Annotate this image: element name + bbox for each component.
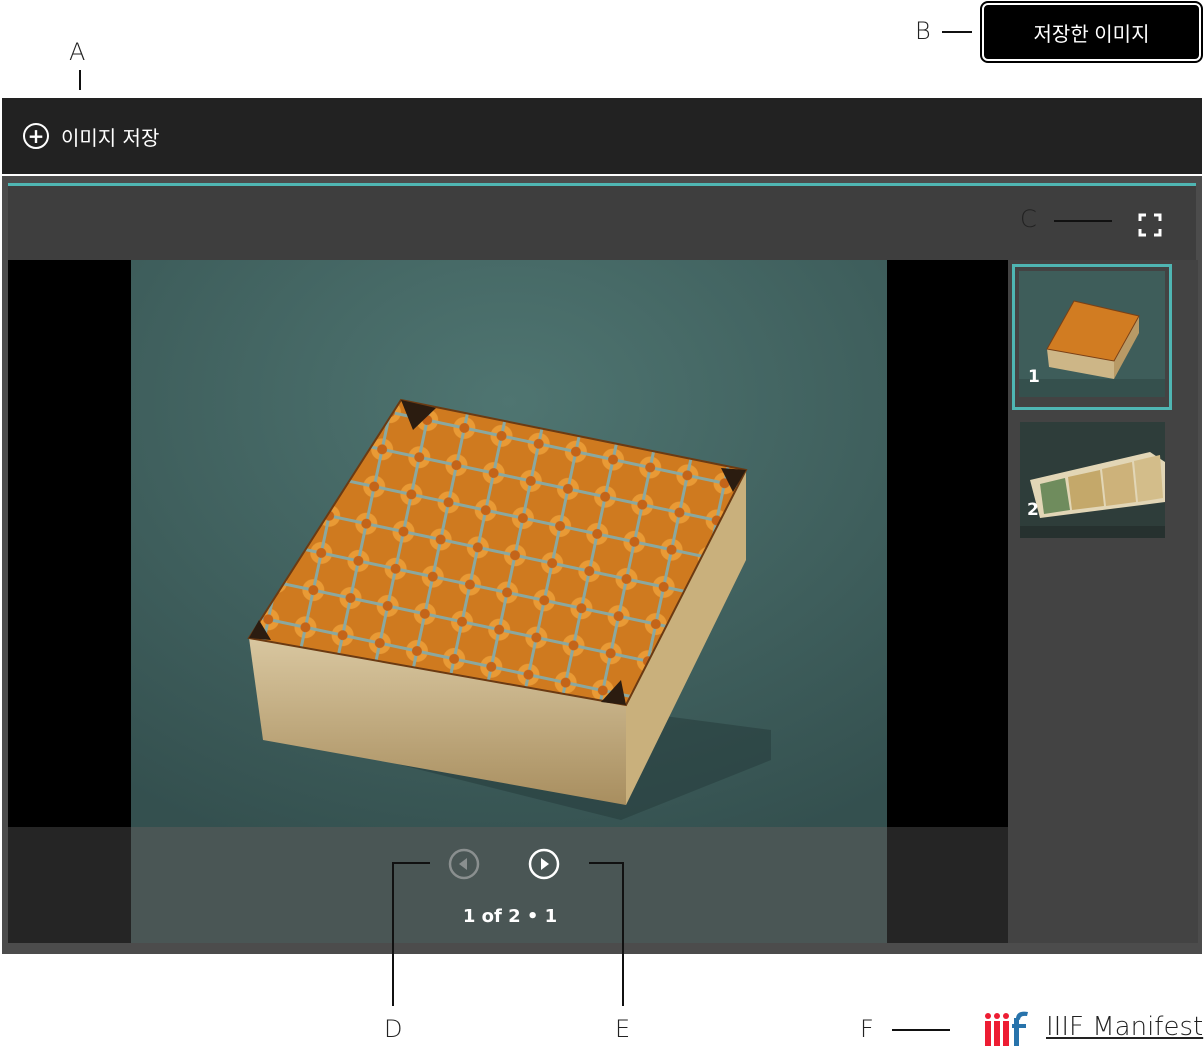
callout-f-line [892, 1029, 950, 1031]
callout-c-line [1054, 220, 1112, 222]
callout-e-line [622, 862, 624, 1006]
thumbnail-1[interactable]: 1 [1012, 264, 1172, 410]
viewer-toolbar [8, 186, 1196, 260]
callout-e: E [615, 1015, 631, 1043]
book-image[interactable] [131, 260, 887, 827]
callout-b-line [942, 31, 972, 33]
callout-b: B [915, 17, 931, 45]
thumbnail-2[interactable]: 2 [1020, 422, 1165, 538]
iiif-manifest-link[interactable]: IIIF Manifest [1046, 1012, 1203, 1042]
prev-circle-icon[interactable] [448, 848, 480, 880]
plus-circle-icon[interactable]: + [23, 123, 49, 149]
thumbnail-2-image [1020, 422, 1165, 538]
callout-a: A [69, 38, 86, 66]
callout-d-top-line [392, 862, 430, 864]
fullscreen-icon[interactable] [1138, 213, 1162, 237]
save-image-label[interactable]: 이미지 저장 [61, 122, 159, 151]
main-image-stage [8, 260, 1008, 943]
next-circle-icon[interactable] [528, 848, 560, 880]
callout-e-top-line [589, 862, 624, 864]
iiif-logo[interactable] [984, 1010, 1030, 1046]
page-counter: 1 of 2 • 1 [462, 906, 558, 927]
thumbnail-1-image [1019, 271, 1165, 397]
thumbnail-1-number: 1 [1028, 367, 1040, 387]
save-image-bar[interactable]: + 이미지 저장 [2, 98, 1202, 174]
callout-f: F [860, 1015, 874, 1043]
callout-d-line [392, 862, 394, 1006]
callout-d: D [384, 1015, 403, 1043]
saved-images-button[interactable]: 저장한 이미지 [980, 1, 1203, 63]
callout-a-line [79, 70, 81, 90]
callout-c: C [1020, 205, 1037, 233]
thumbnail-2-number: 2 [1027, 500, 1039, 520]
